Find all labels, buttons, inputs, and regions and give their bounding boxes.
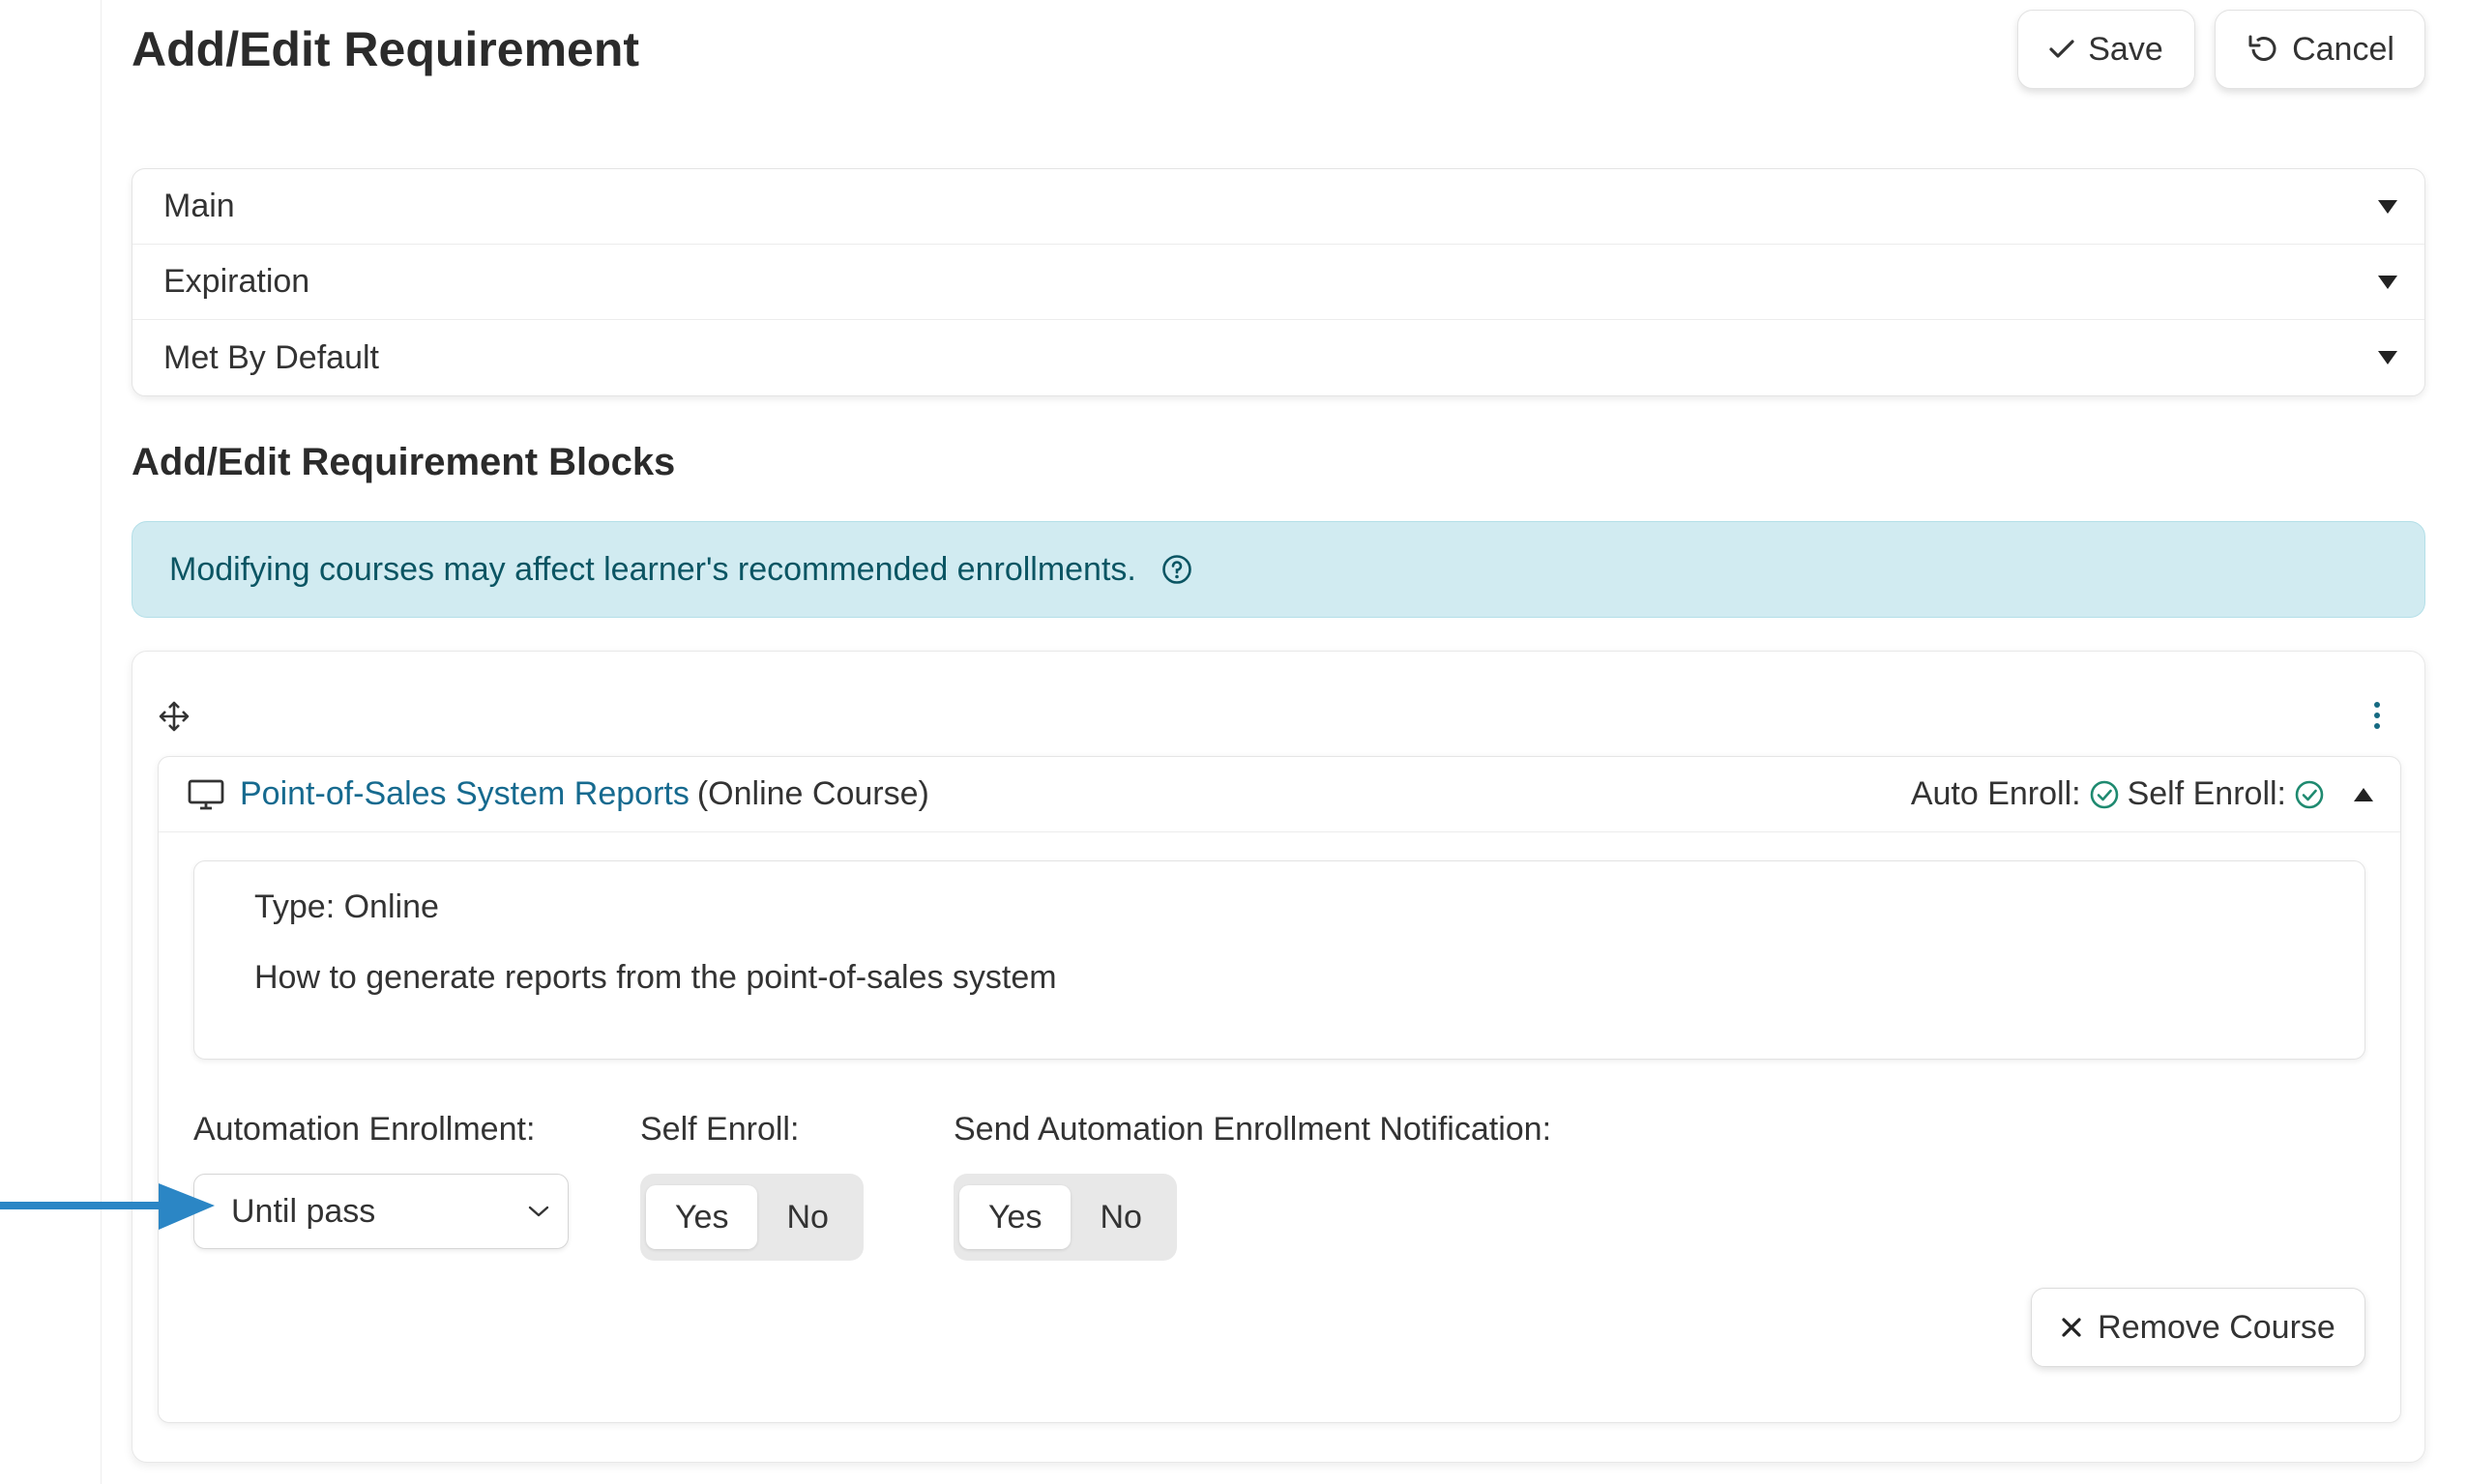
accordion-item-label: Expiration [163, 263, 310, 300]
self-enroll-yes-option[interactable]: Yes [646, 1185, 758, 1249]
caret-up-icon[interactable] [2354, 787, 2373, 801]
cancel-button[interactable]: Cancel [2215, 10, 2425, 89]
self-enroll-toggle: Yes No [640, 1174, 864, 1261]
page-title: Add/Edit Requirement [132, 22, 640, 76]
requirement-accordion: Main Expiration Met By Default [132, 168, 2425, 396]
send-notification-no-option[interactable]: No [1071, 1185, 1170, 1249]
send-notification-toggle: Yes No [954, 1174, 1177, 1261]
accordion-item-main[interactable]: Main [132, 169, 2424, 245]
course-header: Point-of-Sales System Reports (Online Co… [159, 757, 2400, 832]
question-circle-icon[interactable] [1161, 554, 1192, 585]
check-icon [2049, 39, 2074, 60]
remove-course-label: Remove Course [2098, 1308, 2335, 1346]
course-type-line: Type: Online [254, 888, 439, 925]
page-content: Add/Edit Requirement Save Cancel Main Ex… [132, 0, 2425, 1484]
info-alert: Modifying courses may affect learner's r… [132, 521, 2425, 618]
alert-text: Modifying courses may affect learner's r… [169, 550, 1136, 588]
caret-down-icon [2378, 351, 2397, 364]
course-link[interactable]: Point-of-Sales System Reports [240, 775, 690, 813]
chevron-down-icon [527, 1205, 550, 1218]
save-button-label: Save [2088, 30, 2163, 68]
left-gutter [0, 0, 102, 1484]
auto-enroll-label: Auto Enroll: [1910, 775, 2081, 812]
check-circle-icon [2089, 779, 2120, 810]
check-circle-icon [2294, 779, 2325, 810]
self-enroll-no-option[interactable]: No [757, 1185, 857, 1249]
automation-enrollment-label: Automation Enrollment: [193, 1111, 536, 1148]
accordion-item-label: Main [163, 188, 235, 224]
self-enroll-label: Self Enroll: [2127, 775, 2286, 812]
course-description: How to generate reports from the point-o… [254, 959, 1057, 996]
save-button[interactable]: Save [2017, 10, 2195, 89]
close-icon [2061, 1309, 2082, 1347]
course-card: Point-of-Sales System Reports (Online Co… [158, 756, 2401, 1423]
accordion-item-label: Met By Default [163, 338, 379, 376]
course-details: Type: Online How to generate reports fro… [193, 860, 2365, 1060]
send-notification-label: Send Automation Enrollment Notification: [954, 1111, 1552, 1148]
monitor-icon [188, 778, 224, 811]
more-options-icon[interactable] [2374, 702, 2380, 729]
requirement-block: Point-of-Sales System Reports (Online Co… [132, 651, 2425, 1463]
cancel-button-label: Cancel [2292, 30, 2394, 68]
course-type: (Online Course) [696, 775, 929, 812]
annotation-arrow-icon [0, 1183, 215, 1230]
caret-down-icon [2378, 199, 2397, 214]
automation-enrollment-select[interactable]: Until pass [193, 1174, 569, 1249]
move-icon[interactable] [158, 700, 191, 738]
select-value: Until pass [231, 1192, 376, 1230]
undo-icon [2246, 33, 2278, 66]
remove-course-button[interactable]: Remove Course [2031, 1288, 2365, 1367]
accordion-item-expiration[interactable]: Expiration [132, 245, 2424, 320]
enroll-status: Auto Enroll: Self Enroll: [1911, 775, 2373, 813]
caret-down-icon [2378, 275, 2397, 289]
self-enroll-field-label: Self Enroll: [640, 1111, 800, 1148]
accordion-item-met-by-default[interactable]: Met By Default [132, 320, 2424, 395]
send-notification-yes-option[interactable]: Yes [959, 1185, 1072, 1249]
section-title: Add/Edit Requirement Blocks [132, 441, 676, 483]
